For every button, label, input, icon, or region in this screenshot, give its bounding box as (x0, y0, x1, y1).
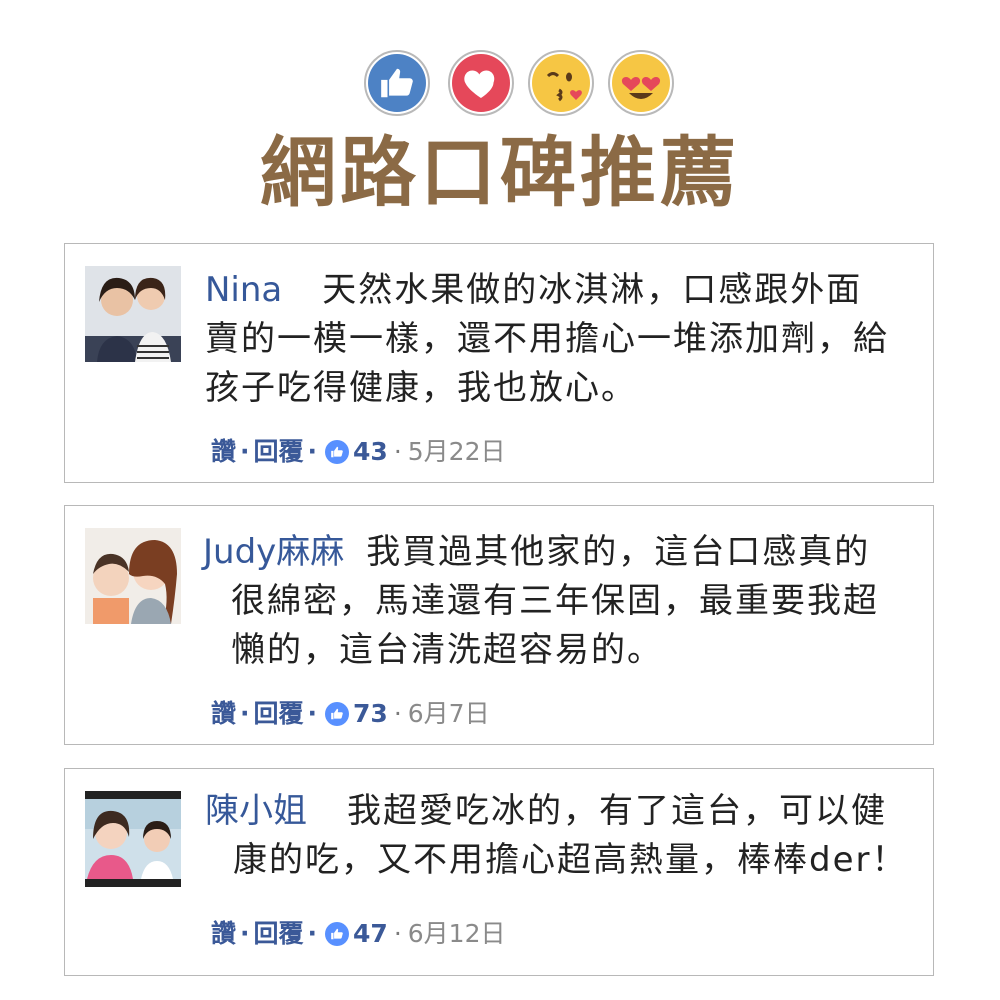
separator: · (393, 699, 402, 728)
kiss-emoji-icon (528, 50, 594, 116)
like-badge-icon (325, 440, 350, 464)
comment-card: 陳小姐 我超愛吃冰的，有了這台，可以健 康的吃，又不用擔心超高熱量，棒棒der！ … (64, 768, 934, 976)
separator: · (393, 437, 402, 466)
comment-line: 孩子吃得健康，我也放心。 (205, 368, 637, 408)
separator: · (393, 919, 402, 948)
heart-eyes-emoji-icon (608, 50, 674, 116)
comment-text: 陳小姐 我超愛吃冰的，有了這台，可以健 康的吃，又不用擔心超高熱量，棒棒der！ (205, 787, 920, 885)
like-icon (364, 50, 430, 116)
like-badge-icon (325, 922, 350, 946)
like-link[interactable]: 讚 (211, 919, 236, 949)
like-count[interactable]: 73 (353, 699, 388, 729)
comment-line: 懶的，這台清洗超容易的。 (231, 630, 663, 670)
avatar (85, 266, 181, 362)
reply-link[interactable]: 回覆 (254, 919, 304, 949)
comment-date[interactable]: 6月7日 (408, 699, 490, 729)
comment-line: 天然水果做的冰淇淋，口感跟外面 (322, 270, 863, 310)
separator: · (240, 699, 250, 728)
separator: · (307, 919, 318, 948)
comment-card: Judy麻麻 我買過其他家的，這台口感真的 很綿密，馬達還有三年保固，最重要我超 … (64, 505, 934, 745)
page-title: 網路口碑推薦 (260, 128, 740, 217)
comment-date[interactable]: 6月12日 (408, 919, 506, 949)
reaction-icons (364, 50, 674, 120)
like-badge-icon (325, 702, 350, 726)
avatar (85, 528, 181, 624)
avatar (85, 791, 181, 887)
like-link[interactable]: 讚 (211, 699, 236, 729)
comment-line: 康的吃，又不用擔心超高熱量，棒棒der！ (233, 840, 908, 880)
separator: · (240, 437, 250, 466)
separator: · (240, 919, 250, 948)
comment-line: 很綿密，馬達還有三年保固，最重要我超 (231, 581, 879, 621)
comment-text: Nina 天然水果做的冰淇淋，口感跟外面 賣的一模一樣，還不用擔心一堆添加劑，給 … (205, 266, 920, 413)
comment-line: 我買過其他家的，這台口感真的 (366, 532, 871, 572)
like-link[interactable]: 讚 (211, 437, 236, 467)
reply-link[interactable]: 回覆 (254, 699, 304, 729)
comment-line: 我超愛吃冰的，有了這台，可以健 (347, 791, 887, 831)
like-count[interactable]: 47 (353, 919, 388, 949)
comment-text: Judy麻麻 我買過其他家的，這台口感真的 很綿密，馬達還有三年保固，最重要我超 … (203, 528, 918, 675)
love-icon (448, 50, 514, 116)
separator: · (307, 437, 318, 466)
header: 網路口碑推薦 (0, 0, 1000, 230)
reply-link[interactable]: 回覆 (254, 437, 304, 467)
comment-card: Nina 天然水果做的冰淇淋，口感跟外面 賣的一模一樣，還不用擔心一堆添加劑，給 … (64, 243, 934, 483)
comment-date[interactable]: 5月22日 (408, 437, 506, 467)
like-count[interactable]: 43 (353, 437, 388, 467)
commenter-name[interactable]: 陳小姐 (205, 791, 307, 831)
comment-actions: 讚 · 回覆 · 43 · 5月22日 (211, 437, 506, 467)
separator: · (307, 699, 318, 728)
commenter-name[interactable]: Nina (205, 270, 282, 310)
comment-actions: 讚 · 回覆 · 73 · 6月7日 (211, 699, 490, 729)
comment-line: 賣的一模一樣，還不用擔心一堆添加劑，給 (205, 319, 889, 359)
commenter-name[interactable]: Judy麻麻 (203, 532, 344, 572)
comment-actions: 讚 · 回覆 · 47 · 6月12日 (211, 919, 506, 949)
